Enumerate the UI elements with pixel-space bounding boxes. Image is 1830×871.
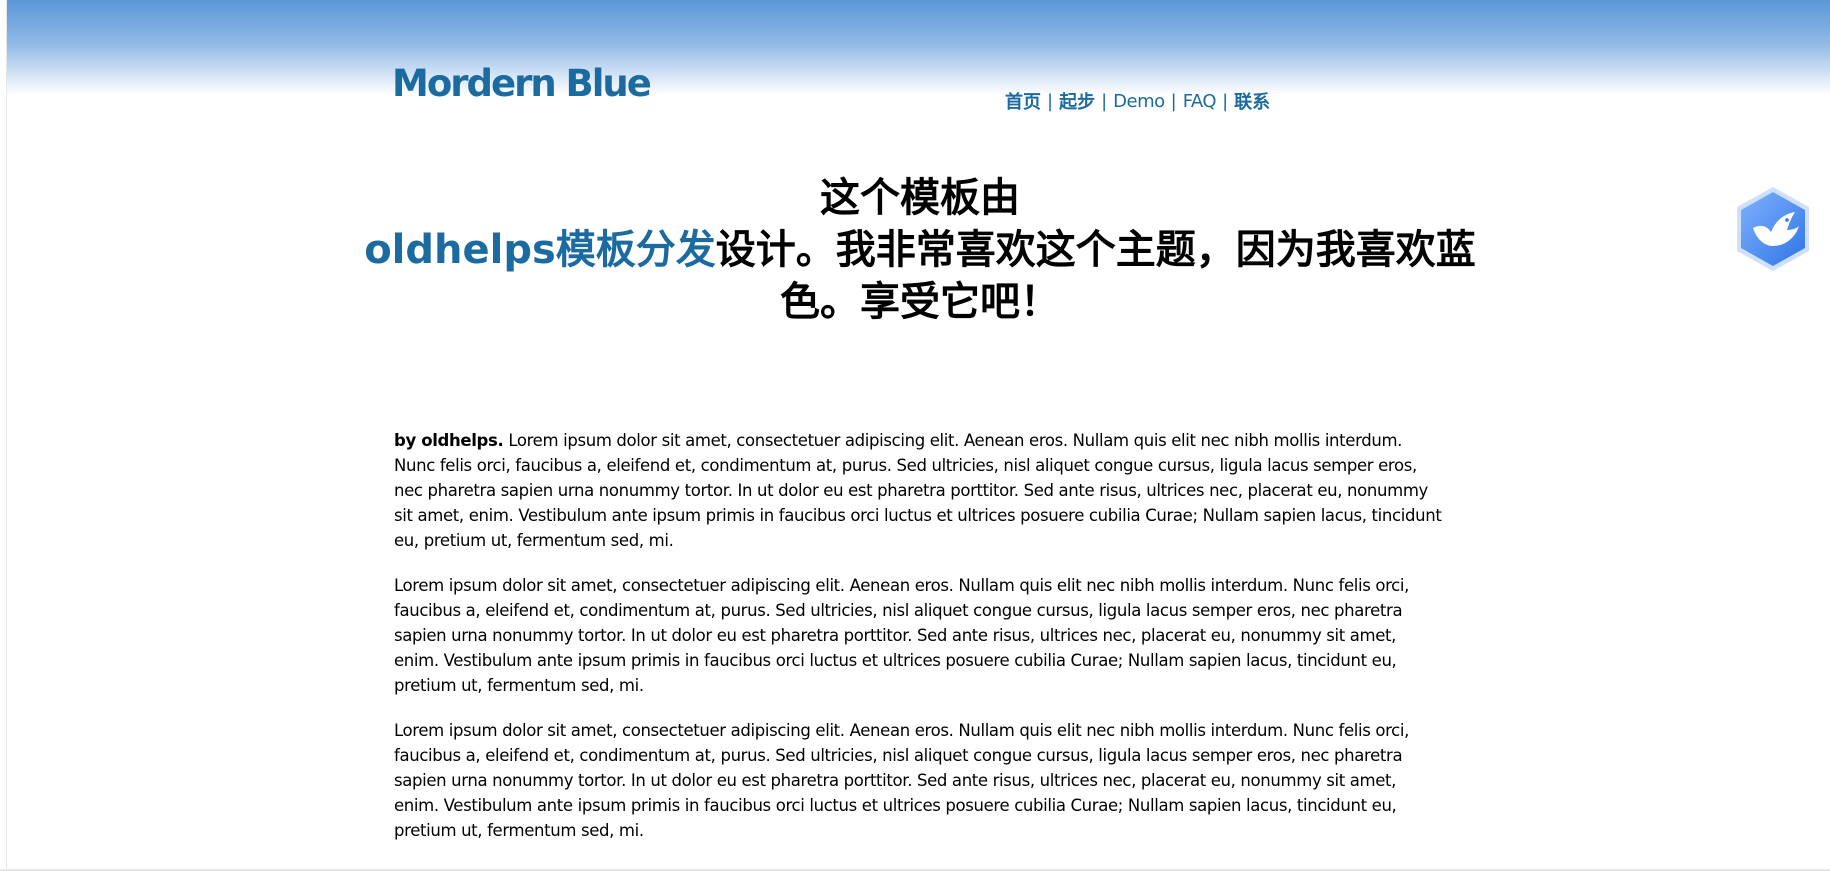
nav-item-faq[interactable]: FAQ: [1183, 91, 1217, 112]
nav-item-getting-started[interactable]: 起步: [1059, 88, 1095, 114]
nav-separator: |: [1170, 90, 1177, 112]
paragraph-3: Lorem ipsum dolor sit amet, consectetuer…: [394, 721, 1410, 840]
floating-assistant-button[interactable]: [1731, 184, 1815, 274]
paragraph-1: by oldhelps. Lorem ipsum dolor sit amet,…: [394, 428, 1444, 553]
bird-icon: [1737, 187, 1809, 271]
nav-separator: |: [1101, 90, 1108, 112]
nav-item-contact[interactable]: 联系: [1234, 88, 1270, 114]
paragraph-2: Lorem ipsum dolor sit amet, consectetuer…: [394, 576, 1410, 695]
window-left-edge: [0, 0, 7, 871]
site-title[interactable]: Mordern Blue: [392, 62, 652, 105]
oldhelps-link[interactable]: oldhelps模板分发: [364, 227, 716, 273]
page: Mordern Blue 首页 | 起步 | Demo | FAQ | 联系 这…: [0, 0, 1830, 871]
page-headline: 这个模板由 oldhelps模板分发设计。我非常喜欢这个主题，因为我喜欢蓝 色。…: [360, 172, 1480, 328]
nav-separator: |: [1222, 90, 1229, 112]
headline-line-3: 色。享受它吧！: [780, 279, 1060, 325]
nav-separator: |: [1047, 90, 1054, 112]
nav-item-home[interactable]: 首页: [1005, 88, 1041, 114]
headline-line-1: 这个模板由: [820, 175, 1020, 221]
headline-line-2: 设计。我非常喜欢这个主题，因为我喜欢蓝: [715, 227, 1476, 273]
author-byline: by oldhelps.: [394, 431, 504, 450]
nav-item-demo[interactable]: Demo: [1113, 91, 1165, 112]
header-gradient: [0, 0, 1830, 95]
main-nav: 首页 | 起步 | Demo | FAQ | 联系: [1005, 88, 1270, 114]
paragraph-1-text: Lorem ipsum dolor sit amet, consectetuer…: [394, 431, 1442, 550]
main-content: by oldhelps. Lorem ipsum dolor sit amet,…: [394, 428, 1444, 863]
